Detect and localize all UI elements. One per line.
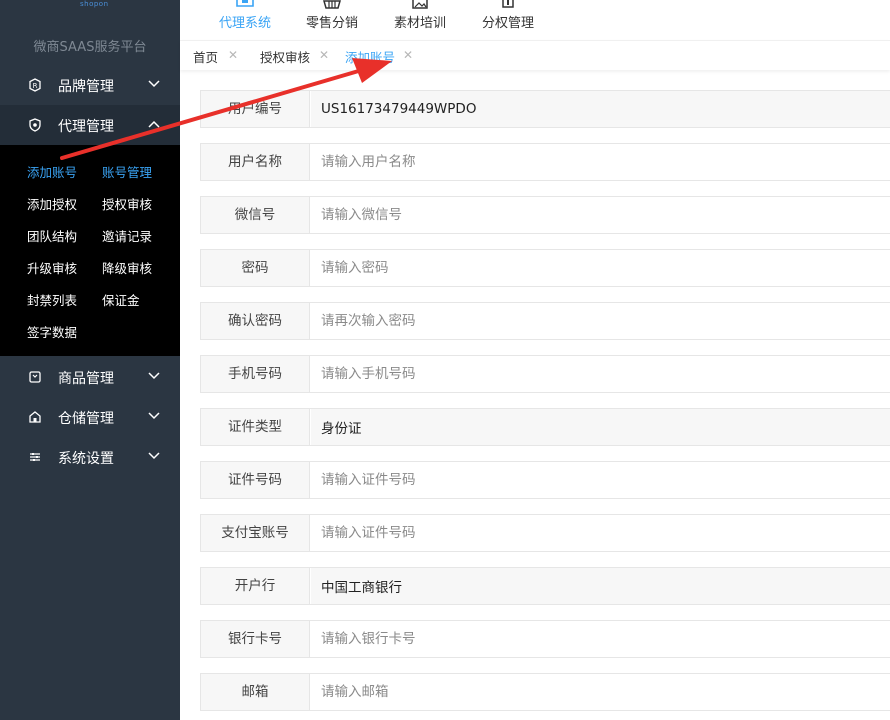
form-row-username: 用户名称: [200, 143, 890, 181]
menu-item-brand[interactable]: R 品牌管理: [0, 65, 180, 105]
form-row-confirm-password: 确认密码: [200, 302, 890, 340]
menu-item-goods[interactable]: 商品管理: [0, 357, 180, 397]
submenu-deposit[interactable]: 保证金: [102, 290, 140, 309]
image-icon: [412, 0, 428, 9]
form-row-id-type: 证件类型: [200, 408, 890, 446]
tab-auth-review[interactable]: 授权审核: [260, 47, 310, 66]
submenu-ban-list[interactable]: 封禁列表: [27, 290, 77, 309]
form-label: 支付宝账号: [201, 515, 310, 551]
phone-field[interactable]: [311, 356, 890, 392]
form-label: 开户行: [201, 568, 310, 604]
warehouse-icon: [29, 411, 41, 423]
sidebar: shopon 微商SAAS服务平台 R 品牌管理 代理管理 添加账号 账号管理 …: [0, 0, 180, 720]
form-label: 用户编号: [201, 91, 310, 127]
basket-icon: [323, 0, 341, 9]
topnav-label: 分权管理: [481, 16, 534, 31]
chevron-down-icon: [148, 412, 160, 420]
tab-home[interactable]: 首页: [193, 47, 218, 66]
form-row-alipay: 支付宝账号: [200, 514, 890, 552]
agent-icon: [29, 118, 41, 132]
chevron-up-icon: [148, 120, 160, 128]
bank-card-field[interactable]: [311, 621, 890, 657]
menu-item-label: 品牌管理: [58, 79, 114, 95]
topnav-label: 素材培训: [393, 16, 446, 31]
topnav-retail[interactable]: 零售分销: [297, 0, 367, 40]
form-row-email: 邮箱: [200, 673, 890, 711]
id-number-field[interactable]: [311, 462, 890, 498]
menu-item-label: 代理管理: [58, 119, 114, 135]
username-field[interactable]: [311, 144, 890, 180]
submenu-downgrade-review[interactable]: 降级审核: [102, 258, 152, 277]
submenu-signature-data[interactable]: 签字数据: [27, 322, 77, 341]
platform-title: 微商SAAS服务平台: [33, 40, 147, 55]
agent-system-icon: [236, 0, 254, 7]
submenu-add-account[interactable]: 添加账号: [27, 162, 77, 181]
topnav-agent-system[interactable]: 代理系统: [210, 0, 280, 40]
close-icon[interactable]: ✕: [403, 48, 413, 62]
brand-icon: R: [29, 78, 41, 92]
submenu-team-structure[interactable]: 团队结构: [27, 226, 77, 245]
logo: shopon: [80, 0, 109, 8]
user-icon: [502, 0, 514, 8]
goods-icon: [29, 371, 41, 383]
form-label: 邮箱: [201, 674, 310, 710]
form-label: 微信号: [201, 197, 310, 233]
menu-item-label: 仓储管理: [58, 411, 114, 427]
topnav-label: 代理系统: [218, 16, 271, 31]
close-icon[interactable]: ✕: [319, 48, 329, 62]
submenu-invite-record[interactable]: 邀请记录: [102, 226, 152, 245]
id-type-select[interactable]: [311, 409, 890, 445]
topnav-permission[interactable]: 分权管理: [473, 0, 543, 40]
menu-item-warehouse[interactable]: 仓储管理: [0, 397, 180, 437]
agent-submenu: 添加账号 账号管理 添加授权 授权审核 团队结构 邀请记录 升级审核 降级审核 …: [0, 145, 180, 356]
topnav-material[interactable]: 素材培训: [385, 0, 455, 40]
form-row-bank: 开户行: [200, 567, 890, 605]
chevron-down-icon: [148, 372, 160, 380]
wechat-field[interactable]: [311, 197, 890, 233]
top-nav: 代理系统 零售分销 素材培训 分权管理: [180, 0, 890, 40]
email-field[interactable]: [311, 674, 890, 710]
form-row-wechat: 微信号: [200, 196, 890, 234]
form-row-bank-card: 银行卡号: [200, 620, 890, 658]
tab-bar: 首页 ✕ 授权审核 ✕ 添加账号 ✕: [180, 40, 890, 70]
confirm-password-field[interactable]: [311, 303, 890, 339]
bank-select[interactable]: [311, 568, 890, 604]
form-row-password: 密码: [200, 249, 890, 287]
form-label: 证件类型: [201, 409, 310, 445]
form-label: 用户名称: [201, 144, 310, 180]
settings-icon: [30, 453, 40, 461]
svg-text:R: R: [33, 82, 38, 90]
chevron-down-icon: [148, 452, 160, 460]
menu-item-agent[interactable]: 代理管理: [0, 105, 180, 145]
form-label: 密码: [201, 250, 310, 286]
tab-add-account[interactable]: 添加账号: [345, 47, 395, 66]
menu-item-settings[interactable]: 系统设置: [0, 437, 180, 477]
password-field[interactable]: [311, 250, 890, 286]
menu-item-label: 商品管理: [58, 371, 114, 387]
form-row-phone: 手机号码: [200, 355, 890, 393]
close-icon[interactable]: ✕: [228, 48, 238, 62]
chevron-down-icon: [148, 80, 160, 88]
submenu-account-manage[interactable]: 账号管理: [102, 162, 152, 181]
submenu-auth-review[interactable]: 授权审核: [102, 194, 152, 213]
topnav-label: 零售分销: [305, 16, 358, 31]
form-label: 银行卡号: [201, 621, 310, 657]
form-row-id-number: 证件号码: [200, 461, 890, 499]
form-label: 手机号码: [201, 356, 310, 392]
submenu-upgrade-review[interactable]: 升级审核: [27, 258, 77, 277]
form-label: 确认密码: [201, 303, 310, 339]
user-id-field[interactable]: [311, 91, 890, 127]
menu-item-label: 系统设置: [58, 451, 114, 467]
form-label: 证件号码: [201, 462, 310, 498]
submenu-add-auth[interactable]: 添加授权: [27, 194, 77, 213]
form-row-user-id: 用户编号: [200, 90, 890, 128]
alipay-field[interactable]: [311, 515, 890, 551]
